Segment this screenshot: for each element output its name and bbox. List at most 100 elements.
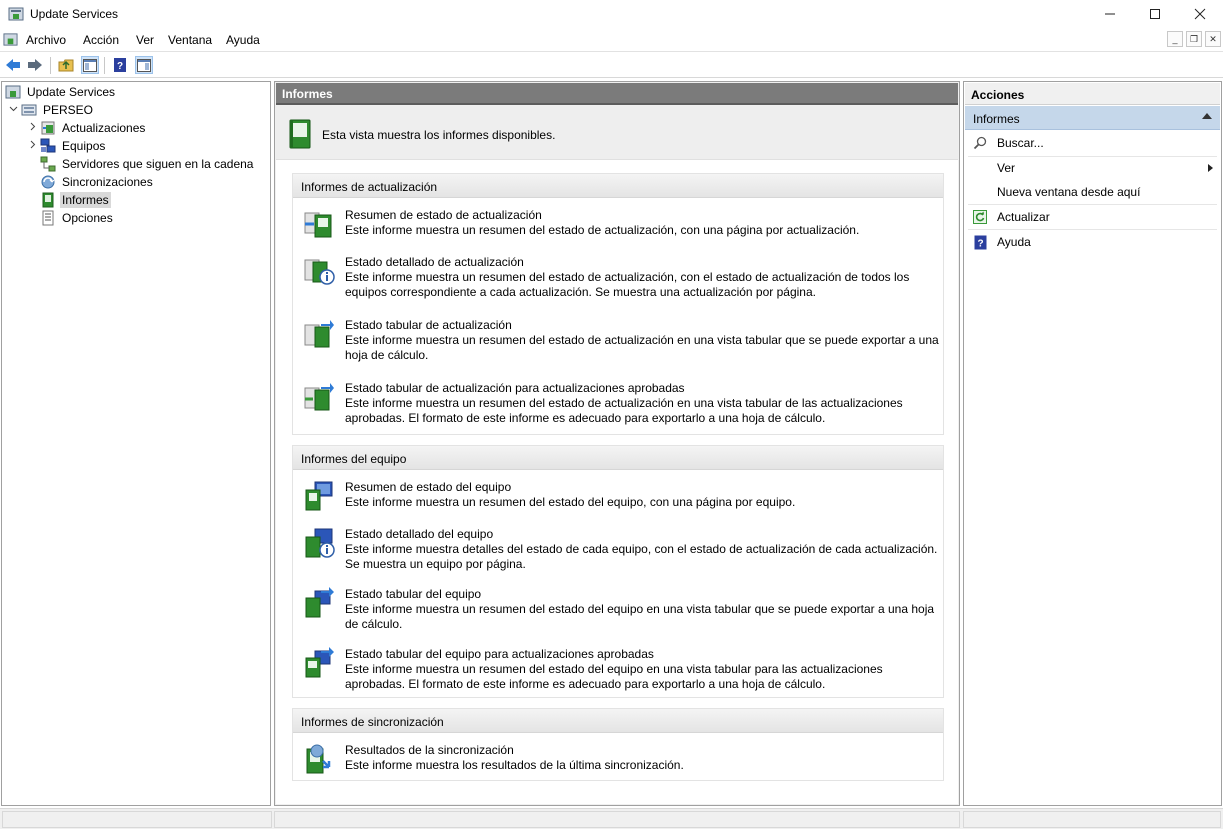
section-header: Informes de actualización [293,174,943,198]
action-actualizar[interactable]: Actualizar [965,205,1220,229]
collapse-caret-icon[interactable] [1202,113,1212,119]
blank-icon [972,160,988,176]
chevron-right-icon[interactable] [26,140,38,152]
computer-detailed-report-icon [305,528,335,558]
forward-button[interactable] [26,56,44,74]
mdi-restore-button[interactable]: ❐ [1186,31,1202,47]
sync-results-report-icon [306,744,331,774]
report-description: Este informe muestra un resumen del esta… [345,396,903,425]
action-ver[interactable]: Ver [965,156,1220,180]
tree-item-label: Sincronizaciones [62,175,153,189]
toolbar-separator [50,57,51,74]
section-computer-reports: Informes del equipo Resumen de estado de… [292,445,944,698]
report-sync-results[interactable]: Resultados de la sincronización Este inf… [303,743,943,777]
help-button[interactable]: ? [111,56,129,74]
computer-summary-report-icon [305,481,333,511]
update-summary-report-icon [304,212,332,238]
minimize-button[interactable] [1087,0,1133,28]
tree-item-equipos[interactable]: Equipos [26,137,107,155]
report-title-link[interactable]: Estado tabular del equipo para actualiza… [345,647,654,661]
close-button[interactable] [1177,0,1223,28]
menu-ayuda[interactable]: Ayuda [226,33,260,47]
tree-item-sincronizaciones[interactable]: Sincronizaciones [40,173,155,191]
section-header: Informes de sincronización [293,709,943,733]
tree-item-update-services[interactable]: Update Services [5,83,117,101]
computers-icon [40,138,56,154]
results-pane-header: Informes [276,83,958,105]
report-title-link[interactable]: Resumen de estado del equipo [345,480,511,494]
sync-icon [40,174,56,190]
server-manager-icon [5,84,21,100]
actions-group-informes[interactable]: Informes [965,106,1220,130]
tree-item-label: Update Services [27,85,116,99]
status-bar [0,808,1223,829]
tree-item-informes[interactable]: Informes [40,191,111,209]
up-one-level-button[interactable] [57,56,75,74]
update-services-app-icon [8,7,24,21]
menu-ventana[interactable]: Ventana [168,33,212,47]
action-pane-icon [137,58,151,72]
mdi-close-button[interactable]: ✕ [1205,31,1221,47]
report-title-link[interactable]: Resumen de estado de actualización [345,208,542,222]
report-description: Este informe muestra los resultados de l… [345,758,684,772]
chevron-down-icon[interactable] [7,104,19,116]
tree-item-label: Actualizaciones [62,121,146,135]
report-title-link[interactable]: Estado tabular del equipo [345,587,481,601]
section-update-reports: Informes de actualización Resumen de est… [292,173,944,435]
report-description: Este informe muestra un resumen del esta… [345,270,910,299]
action-label: Actualizar [997,210,1050,224]
report-update-summary[interactable]: Resumen de estado de actualización Este … [303,208,943,242]
tree-item-label: Servidores que siguen en la cadena [62,157,254,171]
status-cell [2,811,272,828]
chevron-right-icon[interactable] [26,122,38,134]
show-hide-console-tree-button[interactable] [81,56,99,74]
mdi-minimize-button[interactable]: _ [1167,31,1183,47]
report-title-link[interactable]: Estado detallado del equipo [345,527,493,541]
action-label: Ayuda [997,235,1031,249]
tree-item-label: Equipos [62,139,106,153]
console-menu-icon[interactable] [3,32,18,47]
mdi-close-icon: ✕ [1209,33,1217,44]
action-nueva-ventana[interactable]: Nueva ventana desde aquí [965,180,1220,204]
reports-book-icon [289,119,311,149]
menu-archivo[interactable]: Archivo [26,33,66,47]
tree-item-label: Informes [60,192,111,208]
mdi-restore-icon: ❐ [1189,33,1199,44]
tree-item-perseo[interactable]: PERSEO [7,101,95,119]
options-icon [40,210,56,226]
report-computer-tabular-approved[interactable]: Estado tabular del equipo para actualiza… [303,647,943,695]
computer-tabular-approved-report-icon [305,647,334,678]
downstream-servers-icon [40,156,56,172]
report-computer-detailed[interactable]: Estado detallado del equipo Este informe… [303,527,943,575]
menu-ver[interactable]: Ver [136,33,154,47]
toolbar: ? [0,51,1223,78]
section-sync-reports: Informes de sincronización Resultados de… [292,708,944,781]
report-update-detailed[interactable]: Estado detallado de actualización Este i… [303,255,943,303]
help-icon: ? [972,234,988,250]
actions-pane-header: Acciones [965,83,1220,105]
report-update-tabular[interactable]: Estado tabular de actualización Este inf… [303,318,943,366]
report-description: Este informe muestra detalles del estado… [345,542,938,571]
back-button[interactable] [4,56,22,74]
folder-up-icon [58,59,74,72]
show-hide-action-pane-button[interactable] [135,56,153,74]
report-title-link[interactable]: Estado tabular de actualización [345,318,512,332]
menu-accion[interactable]: Acción [83,33,119,47]
report-title-link[interactable]: Estado tabular de actualización para act… [345,381,685,395]
tree-item-servidores-cadena[interactable]: Servidores que siguen en la cadena [40,155,255,173]
tree-item-actualizaciones[interactable]: Actualizaciones [26,119,147,137]
report-computer-tabular[interactable]: Estado tabular del equipo Este informe m… [303,587,943,635]
results-pane: Informes Esta vista muestra los informes… [274,81,960,806]
reports-view: Esta vista muestra los informes disponib… [276,106,958,804]
intro-banner: Esta vista muestra los informes disponib… [276,106,958,160]
action-buscar[interactable]: Buscar... [965,131,1220,155]
report-computer-summary[interactable]: Resumen de estado del equipo Este inform… [303,480,943,514]
action-ayuda[interactable]: ? Ayuda [965,230,1220,254]
report-update-tabular-approved[interactable]: Estado tabular de actualización para act… [303,381,943,429]
report-title-link[interactable]: Estado detallado de actualización [345,255,524,269]
reports-icon [40,192,56,208]
action-label: Buscar... [997,136,1044,150]
tree-item-opciones[interactable]: Opciones [40,209,115,227]
report-title-link[interactable]: Resultados de la sincronización [345,743,514,757]
maximize-button[interactable] [1132,0,1178,28]
